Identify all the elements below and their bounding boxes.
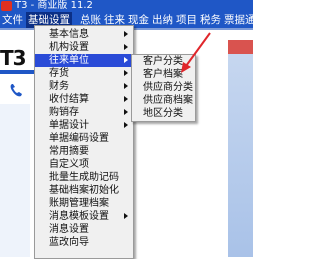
menu-item-archive-init[interactable]: 基础档案初始化 [35, 184, 131, 197]
menu-item-message-template[interactable]: 消息模板设置 [35, 210, 131, 223]
menu-file[interactable]: 文件 [2, 12, 23, 28]
menu-item-inventory[interactable]: 存货 [35, 67, 131, 80]
title-bar: T3 - 商业版 11.2 [0, 0, 253, 12]
submenu-arrow-icon [124, 70, 128, 76]
menu-item-org-settings[interactable]: 机构设置 [35, 41, 131, 54]
submenu-item-supplier-archive[interactable]: 供应商档案 [132, 94, 193, 107]
right-panel [228, 40, 253, 257]
right-panel-header [228, 40, 253, 54]
submenu-arrow-icon [124, 44, 128, 50]
menu-project[interactable]: 项目 [176, 12, 197, 28]
menu-invoice[interactable]: 票据通 [224, 12, 256, 28]
menu-item-message-settings[interactable]: 消息设置 [35, 223, 131, 236]
submenu-arrow-icon [124, 57, 128, 63]
submenu-item-customer-archive[interactable]: 客户档案 [132, 68, 193, 81]
submenu-arrow-icon [124, 122, 128, 128]
menu-item-batch-mnemonic[interactable]: 批量生成助记码 [35, 171, 131, 184]
menu-item-upgrade-wizard[interactable]: 蓝改向导 [35, 236, 131, 249]
menu-tax[interactable]: 税务 [200, 12, 221, 28]
menu-item-finance[interactable]: 财务 [35, 80, 131, 93]
menu-item-payment-settlement[interactable]: 收付结算 [35, 93, 131, 106]
menu-item-business-units[interactable]: 往来单位 [35, 54, 131, 67]
phone-icon[interactable] [8, 82, 26, 98]
menu-item-document-design[interactable]: 单据设计 [35, 119, 131, 132]
t3-logo: T3 [0, 46, 27, 70]
submenu-arrow-icon [124, 31, 128, 37]
menu-item-document-numbering[interactable]: 单据编码设置 [35, 132, 131, 145]
menu-item-common-summary[interactable]: 常用摘要 [35, 145, 131, 158]
submenu-arrow-icon [124, 96, 128, 102]
submenu-arrow-icon [124, 109, 128, 115]
submenu-item-supplier-category[interactable]: 供应商分类 [132, 81, 193, 94]
window-title: T3 - 商业版 11.2 [15, 0, 93, 11]
submenu-arrow-icon [124, 83, 128, 89]
menu-item-basic-info[interactable]: 基本信息 [35, 28, 131, 41]
menu-item-custom-fields[interactable]: 自定义项 [35, 158, 131, 171]
submenu-arrow-icon [124, 213, 128, 219]
basic-settings-menu: 基本信息 机构设置 往来单位 存货 财务 收付结算 购销存 单据设计 单据编码设… [34, 25, 134, 259]
submenu-item-region-category[interactable]: 地区分类 [132, 107, 193, 120]
left-panel [0, 104, 30, 257]
business-units-submenu: 客户分类 客户档案 供应商分类 供应商档案 地区分类 [131, 54, 196, 122]
submenu-item-customer-category[interactable]: 客户分类 [132, 55, 193, 68]
menu-cashier[interactable]: 出纳 [152, 12, 173, 28]
app-icon [1, 1, 12, 11]
menu-item-account-period[interactable]: 账期管理档案 [35, 197, 131, 210]
menu-item-purchase-sales[interactable]: 购销存 [35, 106, 131, 119]
